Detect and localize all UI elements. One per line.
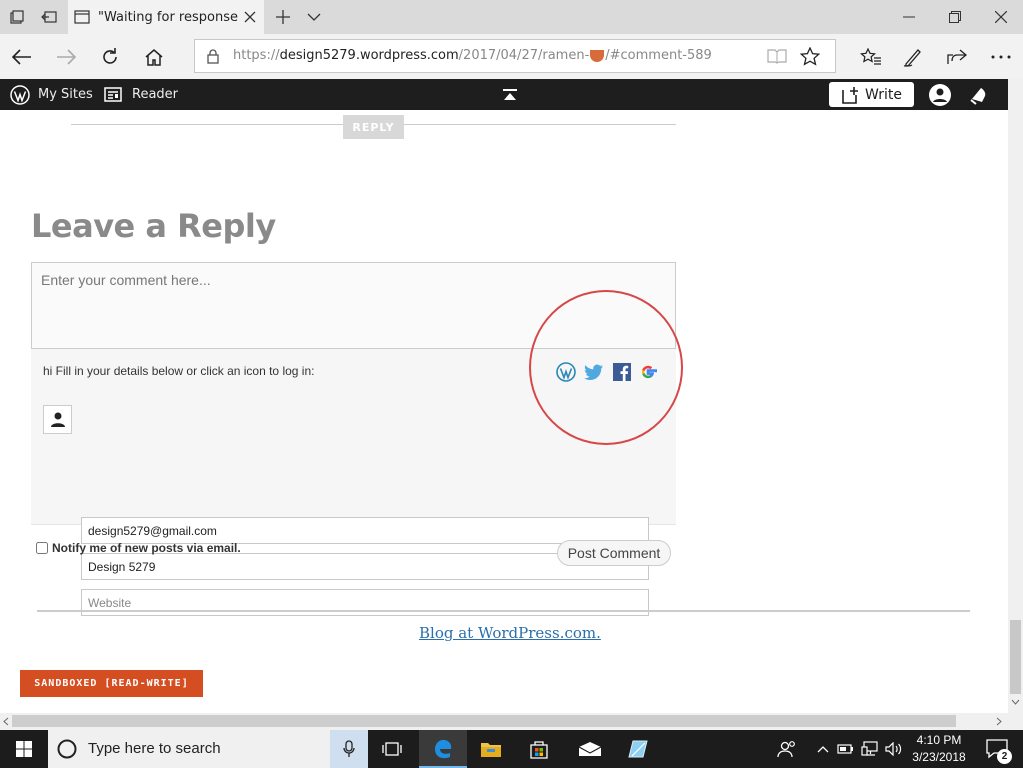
email-field[interactable] — [81, 517, 649, 544]
scroll-left-arrow-icon[interactable] — [3, 717, 9, 726]
notifications-bell-icon[interactable] — [968, 79, 990, 110]
cortana-search-icon — [57, 739, 77, 759]
browser-tab-active[interactable]: "Waiting for response fr — [68, 0, 264, 34]
notify-checkbox[interactable] — [36, 542, 48, 554]
avatar-placeholder-icon — [43, 405, 72, 434]
url-path: /2017/04/27/ramen- — [458, 48, 590, 63]
address-bar[interactable]: https://design5279.wordpress.com/2017/04… — [194, 39, 836, 73]
store-icon[interactable] — [515, 730, 563, 768]
notify-checkbox-row[interactable]: Notify me of new posts via email. — [36, 541, 241, 555]
task-view-icon[interactable] — [368, 730, 416, 768]
horizontal-scrollbar-thumb[interactable] — [12, 715, 956, 727]
restore-icon[interactable] — [932, 0, 978, 34]
url-text[interactable]: https://design5279.wordpress.com/2017/04… — [233, 48, 712, 63]
leave-reply-heading: Leave a Reply — [31, 207, 276, 245]
ramen-emoji-icon — [590, 49, 605, 62]
new-tab-icon[interactable] — [266, 0, 300, 34]
microphone-icon[interactable] — [330, 730, 368, 768]
blog-at-wordpress-link[interactable]: Blog at WordPress.com. — [419, 624, 601, 642]
tab-actions-icon[interactable] — [0, 0, 34, 34]
edge-browser-icon[interactable] — [419, 730, 467, 768]
wordpress-logo-icon — [10, 84, 30, 105]
url-domain: design5279.wordpress.com — [279, 48, 459, 63]
action-center-icon[interactable]: 2 — [977, 730, 1017, 768]
people-icon[interactable] — [765, 730, 809, 768]
write-label: Write — [865, 86, 902, 103]
refresh-icon[interactable] — [88, 34, 132, 79]
browser-nav-bar: https://design5279.wordpress.com/2017/04… — [0, 34, 1023, 79]
vertical-scrollbar-thumb[interactable] — [1010, 620, 1021, 694]
fill-in-details-text: hi Fill in your details below or click a… — [43, 364, 315, 378]
page-icon — [74, 10, 90, 24]
close-window-icon[interactable] — [978, 0, 1023, 34]
windows-start-icon[interactable] — [0, 730, 48, 768]
more-options-icon[interactable] — [979, 34, 1023, 79]
web-note-pen-icon[interactable] — [891, 34, 935, 79]
reader-link[interactable]: Reader — [104, 79, 178, 110]
my-sites-link[interactable]: My Sites — [10, 79, 93, 110]
notification-count-badge: 2 — [997, 749, 1012, 764]
notify-label: Notify me of new posts via email. — [52, 541, 241, 555]
write-button[interactable]: Write — [829, 82, 914, 107]
show-hidden-icons-chevron-icon[interactable] — [812, 730, 834, 768]
back-icon[interactable] — [0, 34, 44, 79]
wp-admin-bar: My Sites Reader Write — [0, 79, 1008, 110]
vertical-scrollbar[interactable] — [1008, 79, 1023, 713]
windows-taskbar: Type here to search 4:10 PM 3/23/2018 2 — [0, 730, 1023, 768]
scroll-right-arrow-icon[interactable] — [996, 717, 1002, 726]
power-battery-icon[interactable] — [835, 730, 857, 768]
forward-icon[interactable] — [44, 34, 88, 79]
volume-icon[interactable] — [883, 730, 905, 768]
scroll-down-arrow-icon[interactable] — [1011, 699, 1020, 705]
favorites-hub-icon[interactable] — [849, 34, 893, 79]
reading-view-icon[interactable] — [767, 48, 787, 64]
network-icon[interactable] — [859, 730, 881, 768]
post-comment-button[interactable]: Post Comment — [557, 540, 671, 566]
taskbar-clock[interactable]: 4:10 PM 3/23/2018 — [912, 732, 966, 766]
browser-title-bar: "Waiting for response fr — [0, 0, 1023, 34]
reader-label: Reader — [132, 87, 179, 102]
url-suffix: /#comment-589 — [605, 48, 712, 63]
share-icon[interactable] — [935, 34, 979, 79]
set-tabs-aside-icon[interactable] — [32, 0, 66, 34]
footer-divider — [37, 610, 970, 612]
minimize-icon[interactable] — [886, 0, 932, 34]
highlight-circle-annotation — [529, 290, 683, 445]
search-placeholder: Type here to search — [88, 740, 221, 757]
close-tab-icon[interactable] — [244, 11, 256, 23]
my-sites-label: My Sites — [38, 87, 93, 102]
favorite-star-icon[interactable] — [800, 47, 820, 66]
sandbox-badge: SANDBOXED [READ-WRITE] — [20, 670, 203, 697]
scroll-to-top-icon[interactable] — [503, 79, 517, 110]
clock-date: 3/23/2018 — [912, 750, 966, 764]
snipping-tool-icon[interactable] — [614, 730, 662, 768]
page-content: REPLY Leave a Reply hi Fill in your deta… — [0, 110, 1008, 713]
write-plus-icon — [841, 86, 859, 104]
file-explorer-icon[interactable] — [467, 730, 515, 768]
url-prefix: https:// — [233, 48, 280, 63]
reply-button[interactable]: REPLY — [343, 115, 404, 139]
tab-preview-chevron-icon[interactable] — [297, 0, 331, 34]
lock-icon — [207, 49, 219, 64]
user-avatar-icon[interactable] — [929, 79, 951, 110]
tab-title: "Waiting for response fr — [98, 9, 238, 25]
taskbar-search-box[interactable]: Type here to search — [48, 730, 368, 768]
reader-icon — [104, 87, 122, 102]
clock-time: 4:10 PM — [916, 733, 962, 747]
home-icon[interactable] — [132, 34, 176, 79]
mail-icon[interactable] — [566, 730, 614, 768]
